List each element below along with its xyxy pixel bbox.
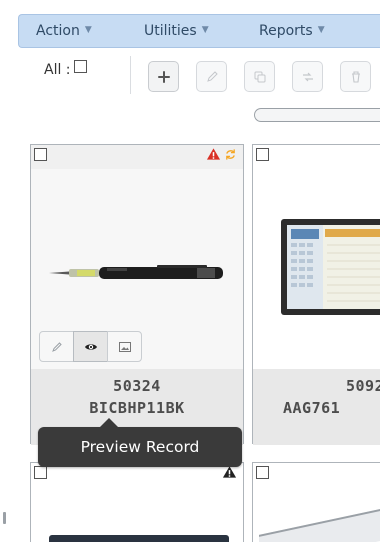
chevron-down-icon: ▼	[84, 25, 92, 35]
record-checkbox[interactable]	[256, 148, 269, 161]
edit-record-button[interactable]	[196, 61, 227, 92]
menu-reports-label: Reports	[259, 23, 313, 39]
warning-icon	[206, 147, 221, 161]
image-record-action[interactable]	[107, 331, 142, 362]
pencil-icon	[51, 341, 62, 352]
preview-record-action[interactable]	[73, 331, 108, 362]
card-header	[253, 145, 380, 169]
replace-icon	[302, 72, 313, 81]
product-image-area	[253, 169, 380, 379]
record-card[interactable]: 5092 AAG761	[252, 144, 380, 445]
status-icons	[206, 147, 237, 161]
left-gutter	[0, 0, 10, 542]
collapse-handle[interactable]	[3, 512, 6, 524]
horizontal-scrollbar[interactable]	[254, 108, 380, 122]
record-label: 5092 AAG761	[253, 369, 380, 445]
status-icons	[222, 465, 237, 479]
record-number: 50324	[113, 377, 161, 395]
delete-record-button[interactable]	[340, 61, 371, 92]
warning-icon	[222, 465, 237, 479]
select-all-label: All :	[44, 62, 71, 78]
menu-action-label: Action	[36, 23, 80, 39]
pen-image	[49, 265, 223, 279]
product-image-stub	[259, 507, 380, 542]
record-card[interactable]	[252, 462, 380, 542]
record-checkbox[interactable]	[34, 466, 47, 479]
product-image-stub	[49, 535, 229, 542]
planner-image	[281, 219, 380, 315]
trash-icon	[351, 70, 360, 83]
record-checkbox[interactable]	[34, 148, 47, 161]
record-action-strip	[39, 331, 179, 362]
record-code: AAG761	[283, 399, 341, 417]
copy-record-button[interactable]	[244, 61, 275, 92]
add-record-button[interactable]	[148, 61, 179, 92]
menu-action[interactable]: Action ▼	[36, 23, 92, 39]
record-code: BICBHP11BK	[89, 399, 185, 417]
chevron-down-icon: ▼	[201, 25, 209, 35]
record-checkbox[interactable]	[256, 466, 269, 479]
tooltip-arrow	[100, 418, 118, 427]
menu-reports[interactable]: Reports ▼	[259, 23, 325, 39]
tooltip-text: Preview Record	[80, 438, 200, 456]
record-number: 5092	[346, 377, 380, 395]
select-all-checkbox[interactable]	[73, 59, 87, 73]
pencil-icon	[206, 70, 218, 82]
record-card[interactable]: 50324 BICBHP11BK	[30, 144, 244, 445]
menubar: Action ▼ Utilities ▼ Reports ▼	[18, 14, 380, 48]
toolbar-divider	[130, 56, 131, 94]
chevron-down-icon: ▼	[317, 25, 325, 35]
preview-record-tooltip: Preview Record	[38, 418, 242, 467]
plus-icon	[157, 70, 170, 83]
record-card[interactable]	[30, 462, 244, 542]
menu-utilities[interactable]: Utilities ▼	[144, 23, 209, 39]
image-icon	[118, 341, 131, 352]
sync-icon	[224, 148, 237, 161]
eye-icon	[84, 343, 97, 350]
edit-record-action[interactable]	[39, 331, 74, 362]
replace-button[interactable]	[292, 61, 323, 92]
select-all: All :	[44, 59, 87, 78]
copy-icon	[254, 71, 265, 82]
menu-utilities-label: Utilities	[144, 23, 197, 39]
